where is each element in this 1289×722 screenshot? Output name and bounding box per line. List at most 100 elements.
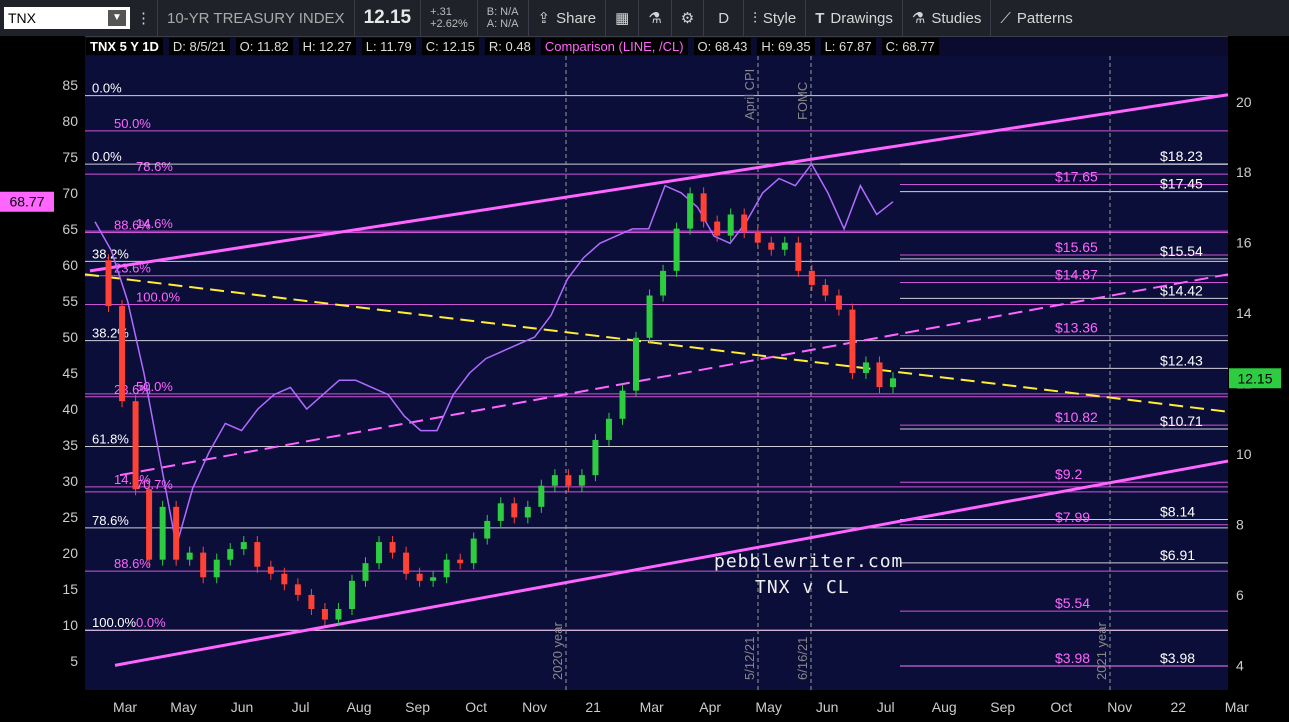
left-axis-tick-6: 35 [62, 437, 78, 453]
candle-body-29 [484, 520, 491, 539]
left-axis-tick-5: 30 [62, 473, 78, 489]
candle-body-53 [808, 270, 815, 285]
vertical-marker-label-1: FOMC [795, 82, 810, 120]
left-axis-tick-1: 10 [62, 617, 78, 633]
vertical-marker-label-3: 5/12/21 [742, 637, 757, 680]
candle-body-16 [308, 594, 315, 609]
left-axis-tick-15: 80 [62, 113, 78, 129]
right-level-label-12: $8.14 [1160, 504, 1195, 520]
right-axis-tick-1: 6 [1236, 587, 1244, 603]
vertical-marker-label-5: 2021 year [1094, 622, 1109, 680]
candle-body-37 [592, 439, 599, 476]
left-level-label-0: 0.0% [92, 81, 122, 96]
candle-body-5 [159, 506, 166, 560]
left-level-label-1: 50.0% [114, 116, 151, 131]
legend-c-close: C: 68.77 [881, 37, 939, 55]
right-level-label-9: $10.82 [1055, 409, 1098, 425]
left-axis-tick-16: 85 [62, 77, 78, 93]
candle-body-24 [416, 573, 423, 581]
x-axis-tick-18: 22 [1170, 699, 1186, 715]
right-level-label-13: $7.99 [1055, 509, 1090, 525]
candle-body-25 [430, 577, 437, 581]
candle-body-27 [457, 559, 464, 564]
candle-body-34 [551, 475, 558, 486]
x-axis-tick-6: Oct [465, 699, 487, 715]
left-level-label-16: 88.6% [114, 556, 151, 571]
candle-body-21 [376, 542, 383, 564]
candle-body-17 [321, 608, 328, 620]
right-level-label-2: $17.45 [1160, 176, 1203, 192]
candle-body-32 [524, 506, 531, 518]
right-level-label-10: $10.71 [1160, 413, 1203, 429]
left-level-label-18: 100.0% [92, 615, 137, 630]
x-axis-tick-10: Apr [699, 699, 721, 715]
candle-body-41 [646, 295, 653, 338]
x-axis-tick-7: Nov [522, 699, 547, 715]
candle-body-26 [443, 559, 450, 578]
candle-body-46 [714, 221, 721, 236]
right-axis-tick-7: 18 [1236, 164, 1252, 180]
right-level-label-11: $9.2 [1055, 466, 1082, 482]
left-axis-tick-14: 75 [62, 149, 78, 165]
vertical-marker-label-2: 2020 year [550, 622, 565, 680]
right-level-label-17: $3.98 [1055, 650, 1090, 666]
left-level-label-14: 70.7% [136, 477, 173, 492]
candle-body-15 [294, 584, 301, 595]
left-axis-tick-9: 50 [62, 329, 78, 345]
x-axis-tick-4: Aug [347, 699, 372, 715]
left-level-label-5: 14.6% [136, 216, 173, 231]
price-chart[interactable]: 5 10 15 20 25 30 35 40 45 50 55 60 65 70 75 80 85 4 6 8 10 12… [0, 0, 1289, 722]
candle-body-18 [335, 608, 342, 620]
candle-body-55 [835, 295, 842, 310]
left-level-label-17: 0.0% [136, 615, 166, 630]
right-level-label-3: $15.65 [1055, 239, 1098, 255]
candle-body-20 [362, 563, 369, 581]
watermark-site: pebblewriter.com [714, 551, 904, 572]
candle-body-4 [146, 489, 153, 560]
right-level-label-5: $14.87 [1055, 266, 1098, 282]
right-level-label-16: $3.98 [1160, 650, 1195, 666]
candle-body-42 [660, 270, 667, 296]
candle-body-52 [795, 242, 802, 271]
candle-body-8 [200, 552, 207, 578]
left-axis-tick-2: 15 [62, 581, 78, 597]
x-axis-tick-9: Mar [640, 699, 664, 715]
candle-body-1 [105, 260, 112, 307]
candle-body-23 [403, 552, 410, 574]
candle-body-54 [822, 284, 829, 296]
candle-body-47 [727, 214, 734, 236]
candle-body-33 [538, 485, 545, 507]
left-price-badge-text: 68.77 [9, 194, 44, 210]
candle-body-31 [511, 503, 518, 518]
left-axis-tick-7: 40 [62, 401, 78, 417]
left-axis-tick-3: 20 [62, 545, 78, 561]
candle-body-12 [254, 542, 261, 567]
candle-body-30 [497, 503, 504, 521]
right-level-label-7: $13.36 [1055, 320, 1098, 336]
x-axis-tick-0: Mar [113, 699, 137, 715]
candle-body-59 [890, 378, 896, 388]
right-axis-tick-6: 16 [1236, 235, 1252, 251]
candle-body-22 [389, 542, 396, 553]
candle-body-57 [862, 362, 869, 373]
candle-body-14 [281, 573, 288, 585]
left-level-label-11: 50.0% [136, 379, 173, 394]
candle-body-39 [619, 390, 626, 419]
legend-close: C: 12.15 [421, 37, 479, 55]
right-axis-tick-5: 14 [1236, 305, 1252, 321]
vertical-marker-label-0: April CPI [742, 69, 757, 120]
candle-body-51 [781, 242, 788, 250]
legend-open: O: 11.82 [235, 37, 293, 55]
x-axis-tick-8: 21 [585, 699, 601, 715]
left-axis-tick-0: 5 [70, 653, 78, 669]
left-axis-tick-11: 60 [62, 257, 78, 273]
right-level-label-0: $18.23 [1160, 148, 1203, 164]
candle-body-28 [470, 538, 477, 564]
candle-body-56 [849, 309, 856, 373]
right-level-label-4: $15.54 [1160, 243, 1203, 259]
left-axis-tick-4: 25 [62, 509, 78, 525]
legend-main: TNX 5 Y 1D [86, 37, 163, 55]
right-axis-tick-2: 8 [1236, 516, 1244, 532]
legend-low: L: 11.79 [361, 37, 416, 55]
candle-body-40 [633, 337, 640, 391]
